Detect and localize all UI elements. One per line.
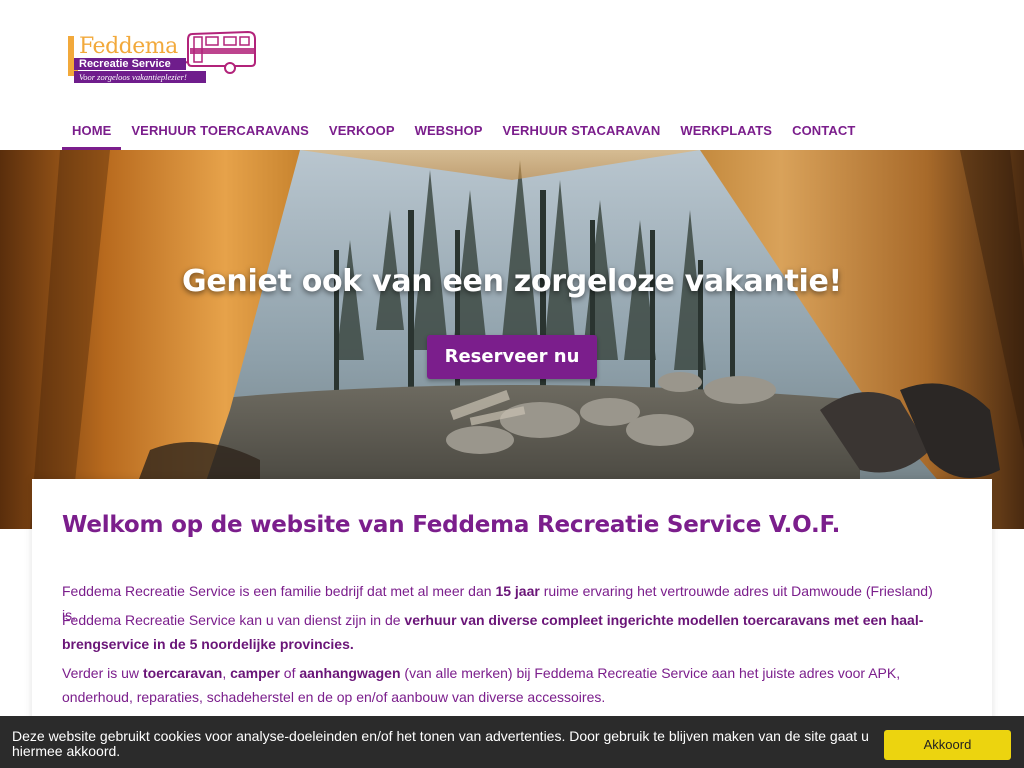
- service-paragraph: Verder is uw toercaravan, camper of aanh…: [62, 661, 942, 709]
- intro-text-a: Feddema Recreatie Service is een familie…: [62, 583, 496, 599]
- logo-subname: Recreatie Service: [79, 58, 171, 70]
- service-text-a: Verder is uw: [62, 665, 143, 681]
- nav-item-verkoop[interactable]: VERKOOP: [319, 114, 405, 150]
- logo-name: Feddema: [79, 34, 178, 59]
- site-header: Feddema Recreatie Service Voor zorgeloos…: [0, 0, 1024, 150]
- rental-paragraph: Feddema Recreatie Service kan u van dien…: [62, 608, 942, 656]
- hero-title: Geniet ook van een zorgeloze vakantie!: [182, 264, 842, 299]
- nav-item-werkplaats[interactable]: WERKPLAATS: [670, 114, 782, 150]
- hero-banner: Geniet ook van een zorgeloze vakantie! R…: [0, 150, 1024, 529]
- nav-item-verhuur-stacaravan[interactable]: VERHUUR STACARAVAN: [493, 114, 671, 150]
- intro-years: 15 jaar: [495, 583, 540, 599]
- reserveer-button[interactable]: Reserveer nu: [427, 335, 597, 379]
- nav-item-verhuur-toercaravans[interactable]: VERHUUR TOERCARAVANS: [121, 114, 319, 150]
- site-logo[interactable]: Feddema Recreatie Service Voor zorgeloos…: [66, 28, 258, 86]
- logo-tagline: Voor zorgeloos vakantieplezier!: [79, 72, 187, 82]
- main-nav: HOME VERHUUR TOERCARAVANS VERKOOP WEBSHO…: [62, 114, 865, 150]
- nav-item-contact[interactable]: CONTACT: [782, 114, 865, 150]
- service-text-e: of: [279, 665, 300, 681]
- cookie-accept-button[interactable]: Akkoord: [884, 730, 1011, 760]
- service-text-c: ,: [222, 665, 231, 681]
- rental-text-a: Feddema Recreatie Service kan u van dien…: [62, 612, 405, 628]
- nav-item-webshop[interactable]: WEBSHOP: [405, 114, 493, 150]
- service-aanhangwagen: aanhangwagen: [299, 665, 401, 681]
- service-camper: camper: [230, 665, 280, 681]
- nav-item-home[interactable]: HOME: [62, 114, 122, 150]
- cookie-bar: Deze website gebruikt cookies voor analy…: [0, 716, 1024, 768]
- cookie-text: Deze website gebruikt cookies voor analy…: [12, 728, 869, 759]
- service-toercaravan: toercaravan: [142, 665, 223, 681]
- welcome-heading: Welkom op de website van Feddema Recreat…: [62, 512, 841, 538]
